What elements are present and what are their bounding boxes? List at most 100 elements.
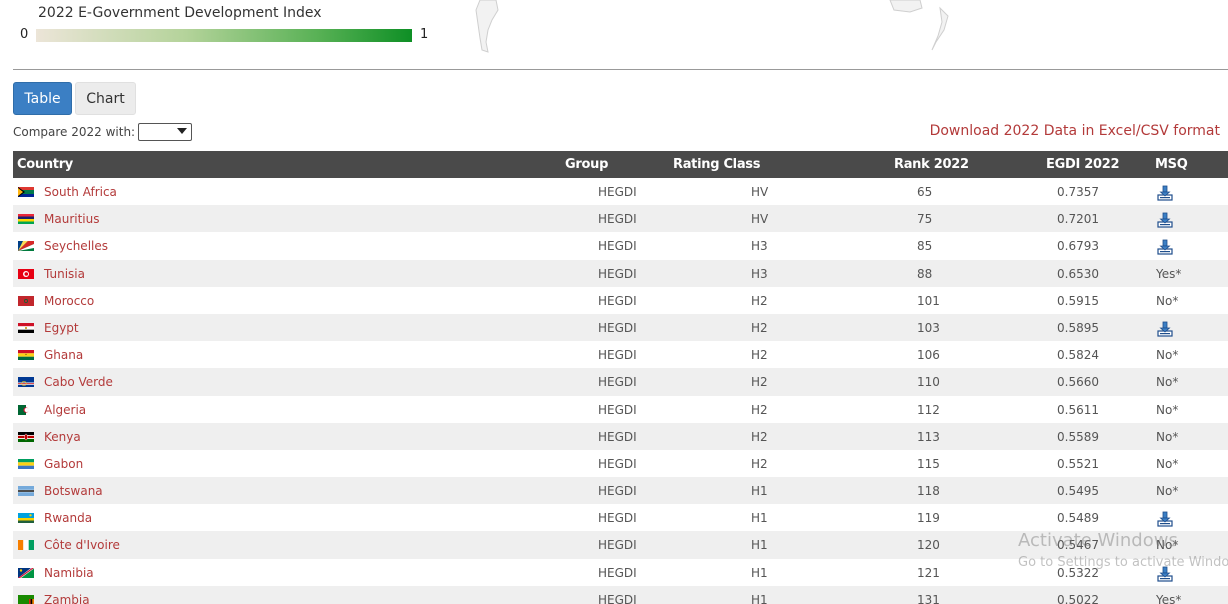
legend-max-label: 1 — [420, 27, 429, 42]
header-msq[interactable]: MSQ — [1155, 157, 1188, 172]
country-flag-icon — [18, 295, 34, 306]
country-link[interactable]: Ghana — [44, 348, 83, 362]
egdi-cell: 0.5895 — [1057, 320, 1099, 335]
header-country[interactable]: Country — [17, 157, 73, 172]
table-row: Rwanda HEGDI H1 119 0.5489 — [13, 504, 1228, 531]
header-group[interactable]: Group — [565, 157, 608, 172]
country-link[interactable]: Zambia — [44, 593, 90, 604]
download-icon[interactable] — [1157, 185, 1173, 201]
download-icon[interactable] — [1157, 511, 1173, 527]
rating-class-cell: H2 — [751, 429, 768, 444]
egdi-cell: 0.5521 — [1057, 456, 1099, 471]
country-link[interactable]: Cabo Verde — [44, 375, 113, 389]
table-row: Botswana HEGDI H1 118 0.5495 No* — [13, 477, 1228, 505]
rating-class-cell: H1 — [751, 565, 768, 580]
rank-cell: 121 — [917, 565, 940, 580]
download-icon[interactable] — [1157, 239, 1173, 255]
table-row: Cabo Verde HEGDI H2 110 0.5660 No* — [13, 368, 1228, 396]
msq-cell: No* — [1156, 484, 1179, 499]
country-flag-icon — [18, 486, 34, 497]
country-link[interactable]: Kenya — [44, 430, 81, 444]
msq-cell: Yes* — [1156, 592, 1182, 604]
country-link[interactable]: South Africa — [44, 185, 117, 199]
country-flag-icon — [18, 322, 34, 333]
group-cell: HEGDI — [598, 538, 637, 553]
msq-cell: No* — [1156, 293, 1179, 308]
rank-cell: 88 — [917, 266, 933, 281]
egdi-cell: 0.7357 — [1057, 185, 1099, 199]
map-landmass-south-america — [475, 0, 499, 53]
country-flag-icon — [18, 377, 34, 388]
country-link[interactable]: Botswana — [44, 484, 103, 498]
country-link[interactable]: Tunisia — [44, 267, 85, 281]
table-row: Morocco HEGDI H2 101 0.5915 No* — [13, 287, 1228, 314]
rating-class-cell: H2 — [751, 402, 768, 417]
country-link[interactable]: Mauritius — [44, 212, 99, 226]
rank-cell: 101 — [917, 293, 940, 308]
country-link[interactable]: Rwanda — [44, 511, 92, 525]
egdi-cell: 0.6530 — [1057, 266, 1099, 281]
rank-cell: 75 — [917, 212, 933, 227]
compare-year-select[interactable] — [138, 123, 192, 141]
map-area: 2022 E-Government Development Index 0 1 — [0, 0, 1228, 69]
country-flag-icon — [18, 594, 34, 604]
table-row: Ghana HEGDI H2 106 0.5824 No* — [13, 341, 1228, 368]
country-flag-icon — [18, 431, 34, 442]
rank-cell: 119 — [917, 511, 940, 526]
country-link[interactable]: Namibia — [44, 566, 94, 580]
rank-cell: 85 — [917, 239, 933, 254]
header-rating[interactable]: Rating Class — [673, 157, 760, 172]
legend-min-label: 0 — [20, 27, 29, 42]
download-icon[interactable] — [1157, 321, 1173, 337]
country-link[interactable]: Egypt — [44, 321, 79, 335]
country-flag-icon — [18, 540, 34, 551]
rating-class-cell: H1 — [751, 484, 768, 499]
legend-color-bar — [36, 29, 412, 42]
download-icon[interactable] — [1157, 212, 1173, 228]
egdi-cell: 0.5589 — [1057, 429, 1099, 444]
header-rank[interactable]: Rank 2022 — [894, 157, 969, 172]
msq-cell: No* — [1156, 375, 1179, 390]
egdi-cell: 0.5915 — [1057, 293, 1099, 308]
table-row: Algeria HEGDI H2 112 0.5611 No* — [13, 396, 1228, 423]
egdi-cell: 0.5489 — [1057, 511, 1099, 526]
download-data-link[interactable]: Download 2022 Data in Excel/CSV format — [930, 123, 1220, 139]
section-divider — [13, 69, 1228, 70]
table-row: Tunisia HEGDI H3 88 0.6530 Yes* — [13, 259, 1228, 287]
table-row: Gabon HEGDI H2 115 0.5521 No* — [13, 450, 1228, 477]
group-cell: HEGDI — [598, 293, 637, 308]
country-link[interactable]: Morocco — [44, 294, 94, 308]
country-flag-icon — [18, 458, 34, 469]
rating-class-cell: H2 — [751, 293, 768, 308]
chart-view-button[interactable]: Chart — [75, 82, 136, 115]
rank-cell: 103 — [917, 320, 940, 335]
table-row: South Africa HEGDI HV 65 0.7357 — [13, 178, 1228, 205]
rating-class-cell: H2 — [751, 348, 768, 363]
country-link[interactable]: Seychelles — [44, 239, 108, 253]
rating-class-cell: H1 — [751, 592, 768, 604]
rating-class-cell: H2 — [751, 320, 768, 335]
group-cell: HEGDI — [598, 511, 637, 526]
header-egdi[interactable]: EGDI 2022 — [1046, 157, 1119, 172]
table-view-button[interactable]: Table — [13, 82, 72, 115]
chevron-down-icon — [177, 128, 187, 134]
msq-cell: No* — [1156, 348, 1179, 363]
group-cell: HEGDI — [598, 592, 637, 604]
country-link[interactable]: Gabon — [44, 457, 83, 471]
group-cell: HEGDI — [598, 429, 637, 444]
egdi-cell: 0.5824 — [1057, 348, 1099, 363]
country-link[interactable]: Côte d'Ivoire — [44, 538, 120, 552]
rating-class-cell: H3 — [751, 239, 768, 254]
rank-cell: 65 — [917, 185, 933, 199]
rank-cell: 113 — [917, 429, 940, 444]
msq-cell: No* — [1156, 456, 1179, 471]
group-cell: HEGDI — [598, 456, 637, 471]
country-link[interactable]: Algeria — [44, 403, 86, 417]
rank-cell: 120 — [917, 538, 940, 553]
rating-class-cell: H2 — [751, 456, 768, 471]
rating-class-cell: HV — [751, 212, 769, 227]
windows-watermark-title: Activate Windows — [1018, 530, 1178, 551]
group-cell: HEGDI — [598, 212, 637, 227]
country-flag-icon — [18, 404, 34, 415]
table-row: Zambia HEGDI H1 131 0.5022 Yes* — [13, 585, 1228, 604]
